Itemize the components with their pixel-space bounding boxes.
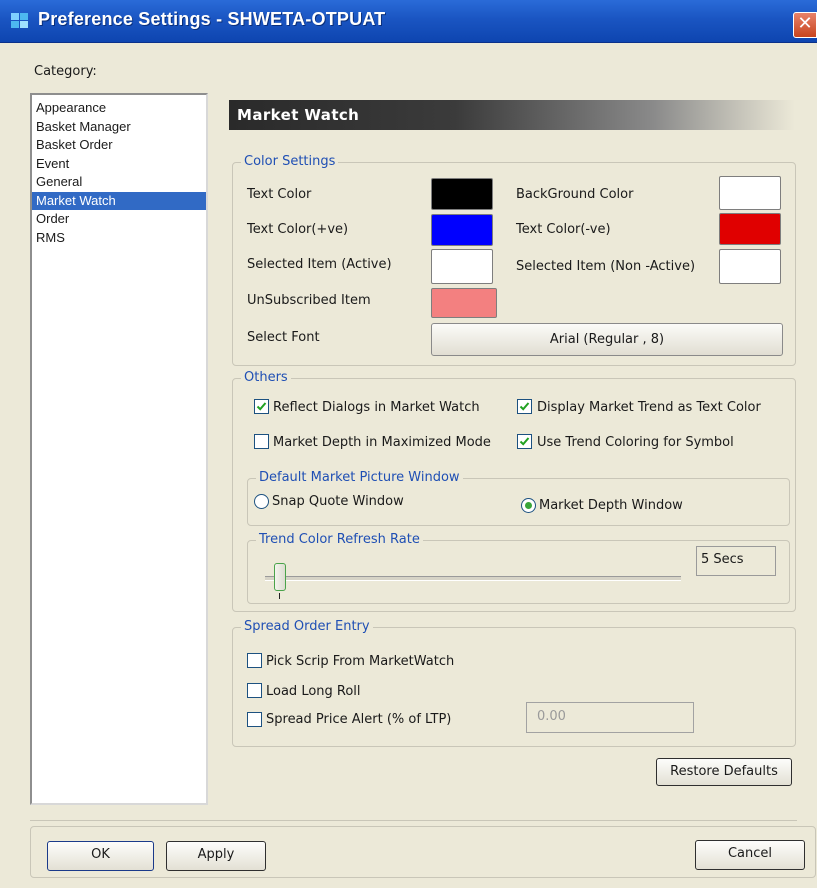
market-depth-maximized-checkbox[interactable] [254,434,269,449]
text-color-negative-label: Text Color(-ve) [516,222,611,237]
category-item-basket-manager[interactable]: Basket Manager [32,118,206,137]
cancel-button[interactable]: Cancel [695,840,805,870]
trend-symbol-label: Use Trend Coloring for Symbol [537,435,734,450]
category-item-order[interactable]: Order [32,210,206,229]
color-settings-title: Color Settings [241,154,339,169]
restore-defaults-button[interactable]: Restore Defaults [656,758,792,786]
reflect-dialogs-checkbox[interactable] [254,399,269,414]
footer-divider [30,820,797,821]
checkmark-icon [519,402,530,411]
default-picture-title: Default Market Picture Window [256,470,463,485]
selected-active-swatch[interactable] [431,249,493,284]
category-item-appearance[interactable]: Appearance [32,99,206,118]
text-color-positive-swatch[interactable] [431,214,493,246]
refresh-rate-readout: 5 Secs [696,546,776,576]
slider-tick [279,593,280,599]
long-roll-label: Load Long Roll [266,684,361,699]
market-depth-radio[interactable] [521,498,536,513]
pick-scrip-label: Pick Scrip From MarketWatch [266,654,455,669]
refresh-rate-slider-thumb[interactable] [274,563,286,591]
radio-dot [525,502,532,509]
spread-price-alert-label: Spread Price Alert (% of LTP) [266,712,452,727]
title-bar[interactable]: Preference Settings - SHWETA-OTPUAT ✕ [0,0,817,43]
category-item-rms[interactable]: RMS [32,229,206,248]
long-roll-checkbox[interactable] [247,683,262,698]
close-button[interactable]: ✕ [793,12,817,38]
spread-price-alert-checkbox[interactable] [247,712,262,727]
snap-quote-radio[interactable] [254,494,269,509]
display-trend-label: Display Market Trend as Text Color [537,400,761,415]
unsubscribed-swatch[interactable] [431,288,497,318]
background-color-swatch[interactable] [719,176,781,210]
display-trend-checkbox[interactable] [517,399,532,414]
selected-inactive-label: Selected Item (Non -Active) [516,259,696,274]
category-item-general[interactable]: General [32,173,206,192]
panel-title: Market Watch [229,100,795,130]
spread-price-input[interactable]: 0.00 [526,702,694,733]
background-color-label: BackGround Color [516,187,634,202]
snap-quote-label: Snap Quote Window [272,494,404,509]
trend-refresh-title: Trend Color Refresh Rate [256,532,423,547]
text-color-positive-label: Text Color(+ve) [247,222,349,237]
unsubscribed-label: UnSubscribed Item [247,293,371,308]
checkmark-icon [519,437,530,446]
others-title: Others [241,370,291,385]
text-color-negative-swatch[interactable] [719,213,781,245]
selected-inactive-swatch[interactable] [719,249,781,284]
reflect-dialogs-label: Reflect Dialogs in Market Watch [273,400,480,415]
ok-button[interactable]: OK [47,841,154,871]
refresh-rate-slider-track[interactable] [265,576,681,581]
category-item-event[interactable]: Event [32,155,206,174]
category-list[interactable]: Appearance Basket Manager Basket Order E… [30,93,208,805]
app-puzzle-icon [11,13,28,28]
close-icon: ✕ [797,13,813,34]
category-item-market-watch[interactable]: Market Watch [32,191,206,210]
market-depth-label: Market Depth Window [539,498,683,513]
checkmark-icon [256,402,267,411]
select-font-button[interactable]: Arial (Regular , 8) [431,323,783,356]
category-item-basket-order[interactable]: Basket Order [32,136,206,155]
trend-symbol-checkbox[interactable] [517,434,532,449]
window-title: Preference Settings - SHWETA-OTPUAT [38,9,386,29]
text-color-swatch[interactable] [431,178,493,210]
spread-order-title: Spread Order Entry [241,619,373,634]
select-font-label: Select Font [247,330,320,345]
selected-active-label: Selected Item (Active) [247,257,392,272]
apply-button[interactable]: Apply [166,841,266,871]
preference-settings-window: Preference Settings - SHWETA-OTPUAT ✕ Ca… [0,0,817,888]
category-label: Category: [34,64,97,79]
text-color-label: Text Color [247,187,312,202]
market-depth-maximized-label: Market Depth in Maximized Mode [273,435,491,450]
pick-scrip-checkbox[interactable] [247,653,262,668]
